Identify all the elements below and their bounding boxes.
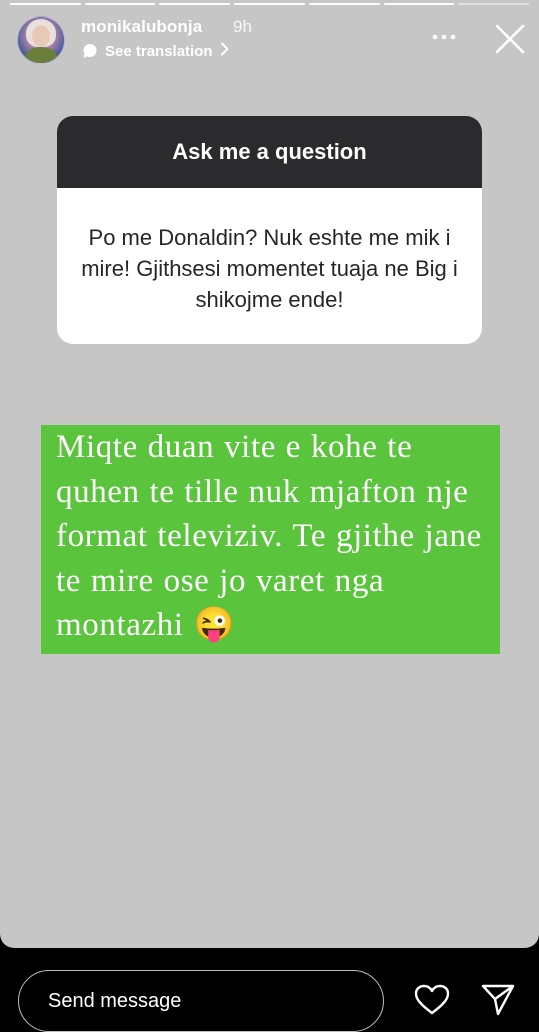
speech-bubble-icon bbox=[82, 43, 98, 59]
question-sticker[interactable]: Ask me a question Po me Donaldin? Nuk es… bbox=[57, 116, 482, 344]
avatar[interactable] bbox=[17, 16, 65, 64]
answer-text: Miqte duan vite e kohe te quhen te tille… bbox=[56, 429, 482, 644]
see-translation-label: See translation bbox=[105, 42, 213, 60]
progress-segment bbox=[84, 3, 156, 5]
direct-send-icon[interactable] bbox=[481, 984, 515, 1016]
story-frame[interactable]: monikalubonja 9h See translation Ask me … bbox=[0, 0, 539, 948]
progress-segment bbox=[234, 3, 305, 5]
story-progress-bar bbox=[10, 3, 530, 5]
question-sticker-title: Ask me a question bbox=[57, 116, 482, 188]
question-sticker-text: Po me Donaldin? Nuk eshte me mik i mire!… bbox=[81, 225, 458, 312]
progress-segment bbox=[458, 3, 530, 5]
progress-segment bbox=[383, 3, 455, 5]
close-icon[interactable] bbox=[493, 22, 527, 56]
more-icon[interactable] bbox=[431, 26, 457, 48]
username[interactable]: monikalubonja bbox=[81, 17, 202, 37]
answer-text-block: Miqte duan vite e kohe te quhen te tille… bbox=[41, 425, 500, 654]
progress-segment bbox=[308, 3, 380, 5]
story-footer bbox=[0, 948, 539, 1032]
story-header: monikalubonja 9h See translation bbox=[17, 14, 527, 66]
post-time: 9h bbox=[233, 17, 252, 36]
chevron-right-icon bbox=[220, 42, 230, 60]
progress-segment bbox=[10, 3, 81, 5]
see-translation-button[interactable]: See translation bbox=[82, 41, 230, 61]
progress-segment bbox=[159, 3, 231, 5]
heart-icon[interactable] bbox=[414, 984, 450, 1016]
send-message-input[interactable] bbox=[18, 970, 384, 1032]
